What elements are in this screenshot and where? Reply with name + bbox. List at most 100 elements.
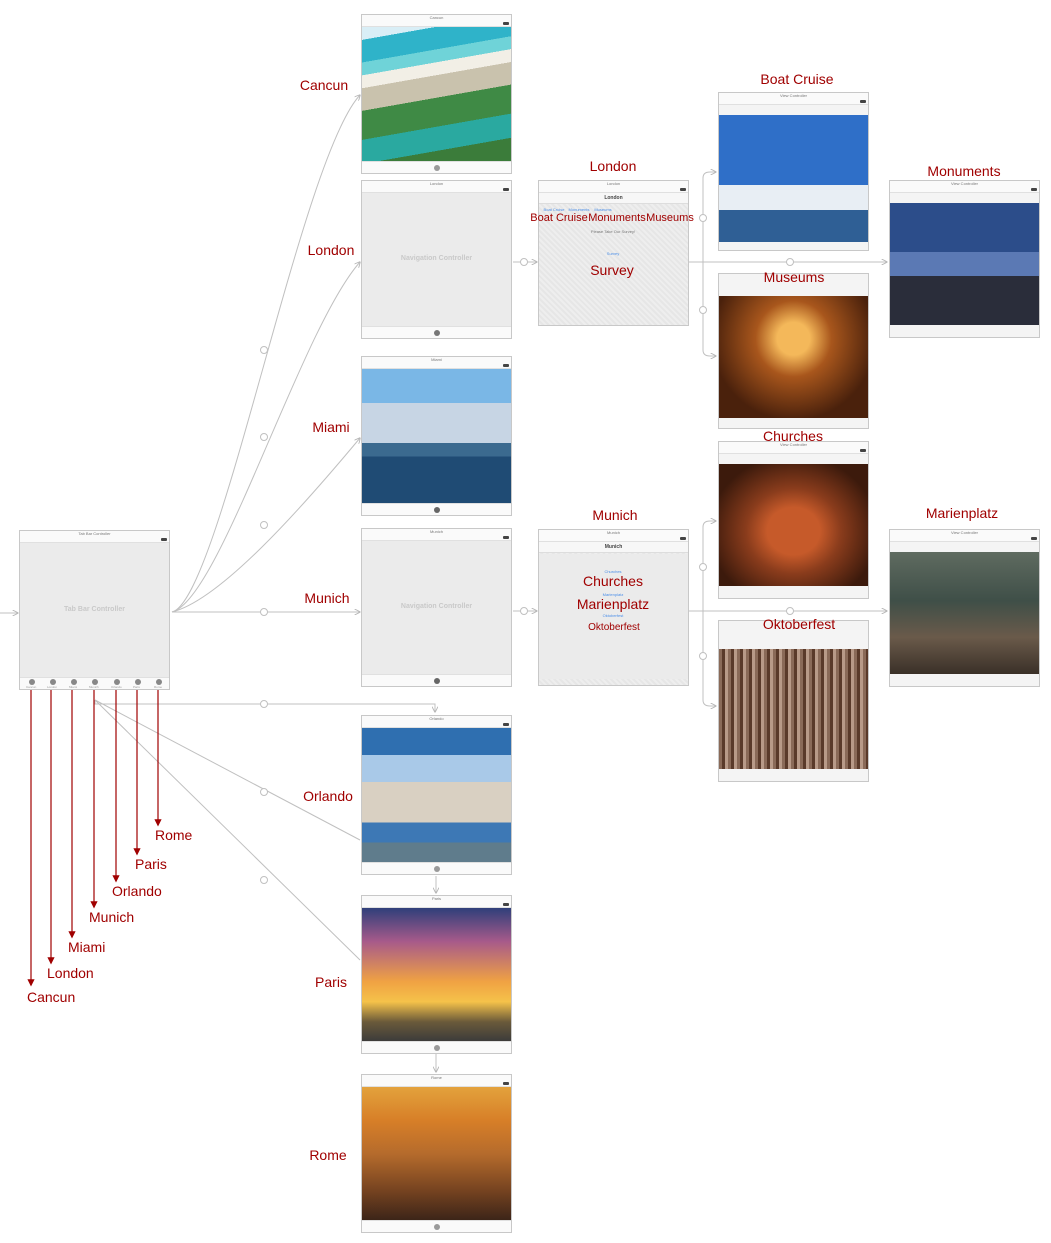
paris-photo — [362, 908, 511, 1042]
london-label-museums: Museums — [646, 212, 694, 224]
tab-label-munich: Munich — [89, 685, 99, 689]
orlando-scene[interactable]: Orlando — [361, 715, 512, 875]
label-cancun: Cancun — [299, 77, 349, 93]
churches-scene[interactable]: View Controller — [718, 441, 869, 599]
london-label-boat-cruise: Boat Cruise — [530, 212, 588, 224]
battery-icon — [503, 188, 509, 191]
battery-icon — [1031, 537, 1037, 540]
scene-body: Navigation Controller — [362, 193, 511, 327]
controller-placeholder: Navigation Controller — [400, 603, 473, 610]
london-survey-hint: Please Take Our Survey! — [590, 229, 636, 234]
status-bar — [890, 187, 1039, 193]
label-churches: Churches — [763, 428, 823, 444]
battery-icon — [680, 188, 686, 191]
monuments-photo — [890, 203, 1039, 325]
label-oktoberfest: Oktoberfest — [762, 616, 836, 632]
controller-placeholder: Navigation Controller — [400, 255, 473, 262]
status-bar — [719, 99, 868, 105]
label-boat-cruise: Boat Cruise — [760, 71, 834, 87]
munich-navigation-controller[interactable]: Munich Navigation Controller — [361, 528, 512, 687]
tab-glyph-icon — [433, 1224, 440, 1230]
boat-cruise-scene[interactable]: View Controller — [718, 92, 869, 251]
label-paris: Paris — [315, 974, 347, 990]
tab-bar — [362, 674, 511, 686]
battery-icon — [503, 903, 509, 906]
label-london: London — [307, 242, 355, 258]
tab-label-cancun: Cancun — [26, 685, 37, 689]
tab-label-paris: Paris — [133, 685, 140, 689]
monuments-scene[interactable]: View Controller — [889, 180, 1040, 338]
battery-icon — [503, 723, 509, 726]
segue-orlando-diagonal — [94, 699, 361, 841]
oktoberfest-scene[interactable] — [718, 620, 869, 782]
tab-bar — [362, 862, 511, 874]
annotation-label-london: London — [47, 965, 94, 981]
rome-photo — [362, 1087, 511, 1221]
annotation-label-munich: Munich — [89, 909, 135, 925]
annotation-label-cancun: Cancun — [27, 989, 76, 1005]
scene-body: Tab Bar Controller — [20, 543, 169, 678]
scene-body: Navigation Controller — [362, 541, 511, 675]
label-marienplatz: Marienplatz — [925, 505, 999, 521]
annotation-label-paris: Paris — [135, 856, 167, 872]
tab-bar — [362, 326, 511, 338]
battery-icon — [503, 1082, 509, 1085]
label-london-vc: London — [589, 158, 637, 174]
tab-glyph-icon — [433, 507, 440, 513]
tab-bar — [362, 1220, 511, 1232]
museums-scene[interactable] — [718, 273, 869, 429]
boat-cruise-photo — [719, 115, 868, 242]
tab-label-rome: Rome — [154, 685, 163, 689]
churches-photo — [719, 464, 868, 586]
heart-icon — [433, 330, 440, 336]
paris-scene[interactable]: Paris — [361, 895, 512, 1054]
label-rome: Rome — [309, 1147, 347, 1163]
tab-glyph-icon — [433, 866, 440, 872]
tab-bar-controller-scene[interactable]: Tab Bar Controller Tab Bar Controller Ca… — [19, 530, 170, 690]
museums-photo — [719, 296, 868, 418]
oktoberfest-photo — [719, 649, 868, 769]
battery-icon — [1031, 188, 1037, 191]
london-navigation-controller[interactable]: London Navigation Controller — [361, 180, 512, 339]
orlando-photo — [362, 728, 511, 863]
cancun-photo — [362, 27, 511, 162]
munich-label-marienplatz: Marienplatz — [576, 596, 650, 612]
tab-bar — [362, 1041, 511, 1053]
battery-icon — [161, 538, 167, 541]
label-miami: Miami — [312, 419, 350, 435]
controller-placeholder: Tab Bar Controller — [64, 605, 125, 613]
annotation-label-miami: Miami — [68, 939, 106, 955]
battery-icon — [860, 100, 866, 103]
tab-bar: Cancun London Miami Munich Orlando Paris… — [20, 677, 169, 689]
tab-glyph-icon — [433, 165, 440, 171]
miami-photo — [362, 369, 511, 504]
marienplatz-scene[interactable]: View Controller — [889, 529, 1040, 687]
battery-icon — [503, 536, 509, 539]
tab-bar — [362, 503, 511, 515]
tab-label-orlando: Orlando — [111, 685, 122, 689]
battery-icon — [503, 22, 509, 25]
miami-scene[interactable]: Miami — [361, 356, 512, 516]
tab-label-london: London — [47, 685, 58, 689]
london-survey-button-small[interactable]: Survey — [607, 251, 619, 256]
status-bar — [890, 536, 1039, 542]
munich-button-oktoberfest-small[interactable]: Oktoberfest — [603, 613, 624, 618]
label-munich: Munich — [304, 590, 350, 606]
cancun-scene[interactable]: Cancun — [361, 14, 512, 174]
tab-glyph-icon — [433, 678, 440, 684]
rome-scene[interactable]: Rome — [361, 1074, 512, 1233]
label-monuments: Monuments — [927, 163, 1001, 179]
segue-to-cancun — [171, 95, 360, 613]
navigation-bar-title: Munich — [539, 542, 688, 553]
storyboard-canvas: Tab Bar Controller Tab Bar Controller Ca… — [0, 0, 1051, 1243]
label-orlando: Orlando — [303, 788, 353, 804]
annotation-label-rome: Rome — [155, 827, 193, 843]
navigation-bar-title: London — [539, 193, 688, 204]
label-museums: Museums — [763, 269, 825, 285]
battery-icon — [860, 449, 866, 452]
munich-label-churches: Churches — [583, 573, 643, 589]
label-munich-vc: Munich — [592, 507, 638, 523]
marienplatz-photo — [890, 552, 1039, 674]
munich-label-oktoberfest: Oktoberfest — [588, 622, 640, 633]
tab-glyph-icon — [433, 1045, 440, 1051]
